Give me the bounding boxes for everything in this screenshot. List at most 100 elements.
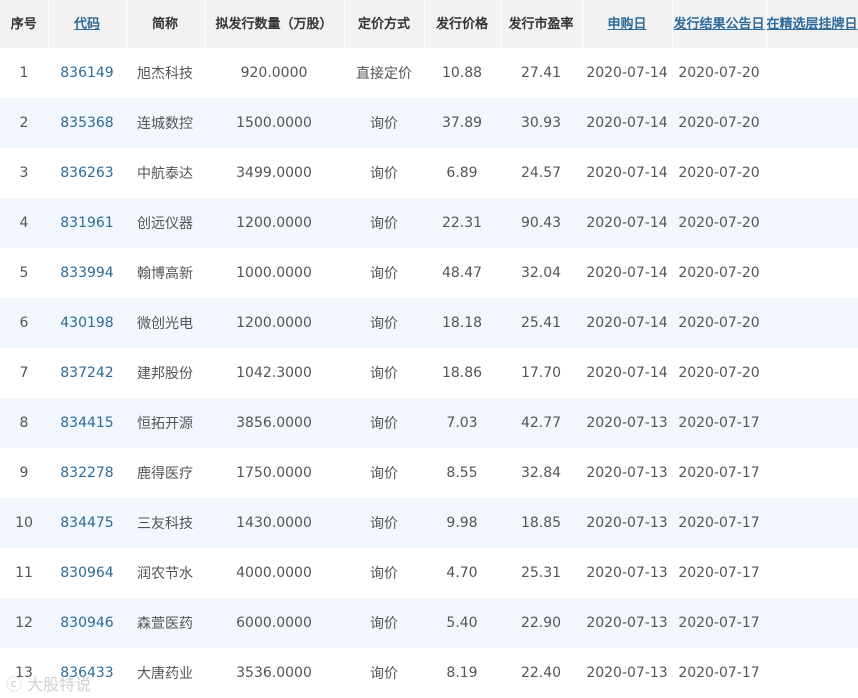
pricing-method: 询价 bbox=[344, 598, 424, 648]
pe-ratio: 32.04 bbox=[520, 265, 562, 281]
issue-price: 6.89 bbox=[446, 165, 478, 181]
pricing-method: 直接定价 bbox=[356, 66, 412, 82]
row-index: 10 bbox=[0, 498, 48, 548]
issue-quantity: 3856.0000 bbox=[204, 398, 344, 448]
table-row: 6 430198 微创光电 1200.0000 询价 18.18 25.41 2020-07-… bbox=[0, 298, 858, 348]
pricing-method: 询价 bbox=[370, 566, 398, 582]
listing-date bbox=[766, 448, 858, 498]
result-announcement-date: 2020-07-20 bbox=[678, 365, 760, 381]
result-announcement-date: 2020-07-20 bbox=[678, 165, 760, 181]
pe-ratio: 25.41 bbox=[500, 298, 582, 348]
pe-ratio: 32.84 bbox=[520, 465, 562, 481]
col-header-pricing-method: 定价方式 bbox=[344, 0, 425, 48]
pricing-method: 询价 bbox=[344, 498, 424, 548]
col-header-code[interactable]: 代码 bbox=[48, 0, 127, 48]
stock-code[interactable]: 834415 bbox=[48, 398, 126, 448]
issue-quantity: 4000.0000 bbox=[236, 565, 312, 581]
listing-date bbox=[766, 348, 858, 398]
pe-ratio: 30.93 bbox=[500, 98, 582, 148]
stock-name: 旭杰科技 bbox=[137, 66, 193, 82]
stock-name: 大唐药业 bbox=[137, 666, 193, 682]
issue-quantity: 6000.0000 bbox=[204, 598, 344, 648]
stock-code[interactable]: 836149 bbox=[48, 48, 126, 98]
issue-quantity: 1430.0000 bbox=[204, 498, 344, 548]
subscription-date: 2020-07-13 bbox=[582, 598, 672, 648]
issue-quantity: 3499.0000 bbox=[236, 165, 312, 181]
subscription-date: 2020-07-14 bbox=[586, 265, 668, 281]
table-row: 4 831961 创远仪器 1200.0000 询价 22.31 90.43 2020-07-… bbox=[0, 198, 858, 248]
row-index: 2 bbox=[0, 98, 48, 148]
result-announcement-date: 2020-07-20 bbox=[672, 98, 766, 148]
table-header: 序号 代码 简称 拟发行数量（万股） 定价方式 发行价格 发行市盈率 申购日 发… bbox=[0, 0, 858, 48]
pe-ratio: 27.41 bbox=[520, 65, 562, 81]
pricing-method: 询价 bbox=[344, 98, 424, 148]
pe-ratio: 17.70 bbox=[520, 365, 562, 381]
col-header-issue-price: 发行价格 bbox=[424, 0, 501, 48]
subscription-date: 2020-07-14 bbox=[586, 365, 668, 381]
stock-code[interactable]: 830946 bbox=[48, 598, 126, 648]
stock-code[interactable]: 835368 bbox=[48, 98, 126, 148]
table-row: 2 835368 连城数控 1500.0000 询价 37.89 30.93 2020-07-… bbox=[0, 98, 858, 148]
stock-code[interactable]: 833994 bbox=[48, 248, 126, 298]
pricing-method: 询价 bbox=[370, 466, 398, 482]
row-index: 1 bbox=[19, 65, 29, 81]
result-announcement-date: 2020-07-17 bbox=[672, 498, 766, 548]
row-index: 9 bbox=[19, 465, 29, 481]
issue-quantity: 1500.0000 bbox=[204, 98, 344, 148]
table-row: 12 830946 森萱医药 6000.0000 询价 5.40 22.90 2020-07-… bbox=[0, 598, 858, 648]
issue-quantity: 1750.0000 bbox=[236, 465, 312, 481]
col-header-result-announcement-date[interactable]: 发行结果公告日 bbox=[672, 0, 767, 48]
table-row: 7 837242 建邦股份 1042.3000 询价 18.86 17.70 2020-07-… bbox=[0, 348, 858, 398]
row-index: 8 bbox=[0, 398, 48, 448]
issue-quantity: 1000.0000 bbox=[236, 265, 312, 281]
row-index: 4 bbox=[0, 198, 48, 248]
stock-code[interactable]: 831961 bbox=[48, 198, 126, 248]
table-body: 1 836149 旭杰科技 920.0000 直接定价 10.88 27.41 2020-07… bbox=[0, 48, 858, 698]
subscription-date: 2020-07-13 bbox=[586, 465, 668, 481]
stock-name: 建邦股份 bbox=[137, 366, 193, 382]
subscription-date: 2020-07-14 bbox=[582, 198, 672, 248]
pe-ratio: 22.90 bbox=[500, 598, 582, 648]
stock-code[interactable]: 836433 bbox=[48, 648, 126, 698]
issue-price: 37.89 bbox=[424, 98, 500, 148]
listing-date bbox=[766, 648, 858, 698]
pe-ratio: 22.40 bbox=[520, 665, 562, 681]
pe-ratio: 42.77 bbox=[500, 398, 582, 448]
stock-name: 微创光电 bbox=[126, 298, 204, 348]
listing-date bbox=[766, 148, 858, 198]
pricing-method: 询价 bbox=[344, 198, 424, 248]
listing-date bbox=[766, 48, 858, 98]
result-announcement-date: 2020-07-17 bbox=[678, 565, 760, 581]
stock-name: 鹿得医疗 bbox=[137, 466, 193, 482]
stock-name: 恒拓开源 bbox=[126, 398, 204, 448]
row-index: 7 bbox=[19, 365, 29, 381]
stock-name: 创远仪器 bbox=[126, 198, 204, 248]
pe-ratio: 24.57 bbox=[520, 165, 562, 181]
stock-code[interactable]: 837242 bbox=[48, 348, 126, 398]
listing-date bbox=[766, 548, 858, 598]
stock-code[interactable]: 430198 bbox=[48, 298, 126, 348]
col-header-listing-date[interactable]: 在精选层挂牌日 bbox=[766, 0, 858, 48]
stock-code[interactable]: 834475 bbox=[48, 498, 126, 548]
issue-price: 10.88 bbox=[441, 65, 483, 81]
issue-price: 18.18 bbox=[424, 298, 500, 348]
col-header-subscription-date[interactable]: 申购日 bbox=[582, 0, 673, 48]
result-announcement-date: 2020-07-20 bbox=[678, 65, 760, 81]
table-row: 1 836149 旭杰科技 920.0000 直接定价 10.88 27.41 2020-07… bbox=[0, 48, 858, 98]
issue-quantity: 1200.0000 bbox=[204, 198, 344, 248]
pe-ratio: 18.85 bbox=[500, 498, 582, 548]
result-announcement-date: 2020-07-17 bbox=[678, 665, 760, 681]
subscription-date: 2020-07-13 bbox=[586, 665, 668, 681]
stock-code[interactable]: 832278 bbox=[48, 448, 126, 498]
result-announcement-date: 2020-07-17 bbox=[672, 598, 766, 648]
subscription-date: 2020-07-14 bbox=[582, 98, 672, 148]
listing-date bbox=[766, 498, 858, 548]
issue-price: 7.03 bbox=[424, 398, 500, 448]
table-row: 3 836263 中航泰达 3499.0000 询价 6.89 24.57 2020-07-1… bbox=[0, 148, 858, 198]
issue-price: 5.40 bbox=[424, 598, 500, 648]
stock-code[interactable]: 836263 bbox=[48, 148, 126, 198]
result-announcement-date: 2020-07-17 bbox=[678, 465, 760, 481]
result-announcement-date: 2020-07-20 bbox=[672, 298, 766, 348]
stock-code[interactable]: 830964 bbox=[48, 548, 126, 598]
pricing-method: 询价 bbox=[370, 666, 398, 682]
